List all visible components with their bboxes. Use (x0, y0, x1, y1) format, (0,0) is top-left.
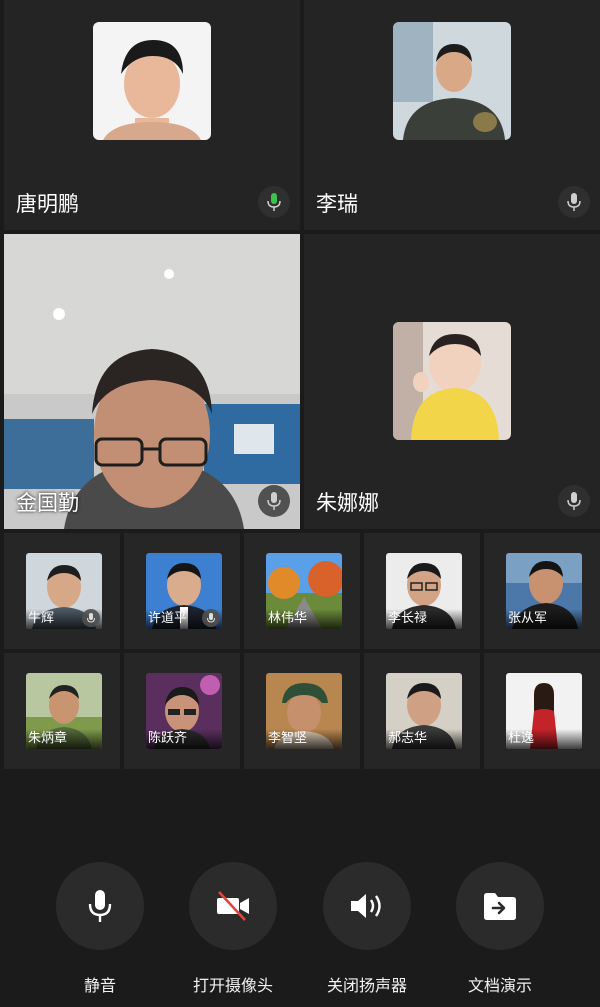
camera-off-icon (217, 891, 249, 921)
avatar (393, 22, 511, 140)
avatar: 陈跃齐 (146, 673, 222, 749)
avatar: 林伟华 (266, 553, 342, 629)
avatar (93, 22, 211, 140)
mic-active-icon[interactable] (258, 186, 290, 218)
document-share-button[interactable] (456, 862, 544, 950)
participant-name: 林伟华 (266, 609, 342, 629)
mute-control: 静音 (40, 862, 160, 996)
participant-tile-4[interactable]: 朱娜娜 (304, 234, 600, 529)
mute-button[interactable] (56, 862, 144, 950)
speaker-button[interactable] (323, 862, 411, 950)
mic-icon (82, 609, 100, 627)
grid-participant[interactable]: 朱炳章 (4, 653, 120, 769)
avatar (393, 322, 511, 440)
call-controls: 静音 打开摄像头 关闭扬声器 文档演示 (0, 862, 600, 1007)
grid-participant[interactable]: 李智坚 (244, 653, 360, 769)
participant-name: 陈跃齐 (146, 729, 222, 749)
participant-name: 朱娜娜 (316, 491, 379, 515)
avatar: 许道平 (146, 553, 222, 629)
avatar: 朱炳章 (26, 673, 102, 749)
participant-name: 唐明鹏 (16, 192, 79, 216)
mic-icon[interactable] (558, 485, 590, 517)
share-label: 文档演示 (467, 976, 532, 995)
avatar: 杜逸 (506, 673, 582, 749)
camera-control: 打开摄像头 (173, 862, 293, 996)
grid-participant[interactable]: 牛辉 (4, 533, 120, 649)
mute-label: 静音 (83, 976, 116, 995)
participant-name: 金国勤 (16, 491, 79, 515)
camera-button[interactable] (189, 862, 277, 950)
avatar: 李长禄 (386, 553, 462, 629)
participant-name: 李瑞 (316, 192, 358, 216)
participant-tile-3-video[interactable]: 金国勤 (4, 234, 300, 529)
mic-icon (202, 609, 220, 627)
camera-label: 打开摄像头 (192, 976, 273, 995)
speaker-label: 关闭扬声器 (326, 976, 407, 995)
grid-participant[interactable]: 许道平 (124, 533, 240, 649)
mic-icon[interactable] (258, 485, 290, 517)
speaker-control: 关闭扬声器 (307, 862, 427, 996)
avatar: 张从军 (506, 553, 582, 629)
participant-name: 朱炳章 (26, 729, 102, 749)
avatar: 牛辉 (26, 553, 102, 629)
grid-participant[interactable]: 杜逸 (484, 653, 600, 769)
participant-name: 张从军 (506, 609, 582, 629)
participant-name: 郝志华 (386, 729, 462, 749)
speaker-icon (351, 894, 381, 918)
grid-participant[interactable]: 李长禄 (364, 533, 480, 649)
microphone-icon (88, 890, 112, 922)
folder-share-icon (484, 893, 516, 920)
video-feed (4, 234, 300, 529)
participant-tile-2[interactable]: 李瑞 (304, 0, 600, 230)
participant-name: 李长禄 (386, 609, 462, 629)
grid-participant[interactable]: 张从军 (484, 533, 600, 649)
mic-icon[interactable] (558, 186, 590, 218)
participant-tile-1[interactable]: 唐明鹏 (4, 0, 300, 230)
grid-participant[interactable]: 林伟华 (244, 533, 360, 649)
grid-participant[interactable]: 郝志华 (364, 653, 480, 769)
grid-participant[interactable]: 陈跃齐 (124, 653, 240, 769)
avatar: 李智坚 (266, 673, 342, 749)
participant-name: 杜逸 (506, 729, 582, 749)
share-control: 文档演示 (440, 862, 560, 996)
participant-name: 李智坚 (266, 729, 342, 749)
avatar: 郝志华 (386, 673, 462, 749)
